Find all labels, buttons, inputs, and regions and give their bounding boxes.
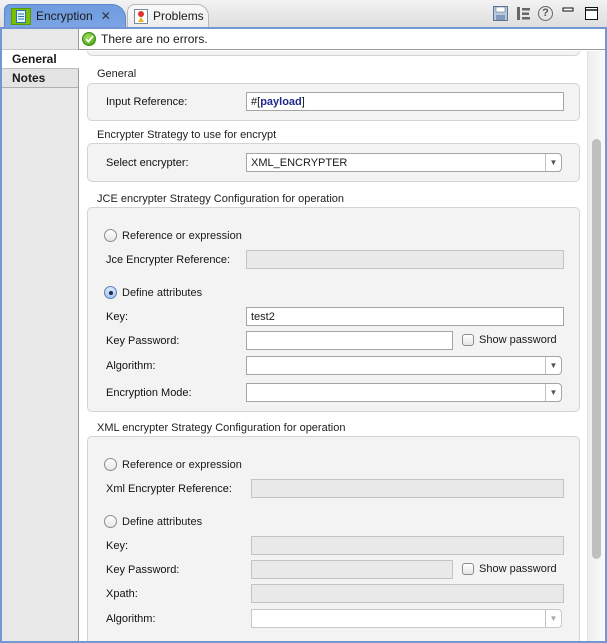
expression-suffix: ] — [301, 95, 305, 108]
maximize-icon[interactable] — [583, 5, 599, 21]
minimize-icon[interactable] — [560, 5, 576, 21]
xml-algorithm-dropdown[interactable]: ▼ — [251, 609, 562, 628]
chevron-down-icon[interactable]: ▼ — [545, 357, 561, 374]
side-tab-panel: General Notes — [2, 29, 79, 641]
checkbox-unchecked[interactable] — [462, 563, 474, 575]
radio-button-unchecked[interactable] — [104, 458, 117, 471]
chevron-down-icon[interactable]: ▼ — [545, 610, 561, 627]
xml-radio-define-label: Define attributes — [122, 515, 203, 528]
close-tab-icon[interactable]: ✕ — [101, 9, 111, 23]
xml-radio-reference[interactable]: Reference or expression — [104, 458, 242, 471]
editor-frame: General Notes There are no errors. Gener… — [0, 27, 607, 643]
section-title-general: General — [97, 68, 137, 80]
problems-icon — [134, 8, 148, 24]
xml-reference-label: Xml Encrypter Reference: — [106, 483, 232, 495]
editor-toolbar: ? — [492, 5, 599, 21]
xml-xpath-label: Xpath: — [106, 588, 138, 600]
status-message: There are no errors. — [101, 32, 208, 46]
jce-algorithm-label: Algorithm: — [106, 360, 156, 372]
xml-show-password[interactable]: Show password — [462, 563, 557, 575]
side-tab-general[interactable]: General — [2, 50, 79, 69]
section-title-jce: JCE encrypter Strategy Configuration for… — [97, 193, 345, 205]
scrolled-group-box — [87, 51, 580, 56]
section-title-xml: XML encrypter Strategy Configuration for… — [97, 422, 346, 434]
select-encrypter-label: Select encrypter: — [106, 157, 189, 169]
jce-radio-reference-label: Reference or expression — [122, 229, 242, 242]
xml-reference-field[interactable] — [251, 479, 564, 498]
radio-button-unchecked[interactable] — [104, 515, 117, 528]
radio-button-unchecked[interactable] — [104, 229, 117, 242]
radio-button-checked[interactable] — [104, 286, 117, 299]
section-title-strategy: Encrypter Strategy to use for encrypt — [97, 129, 277, 141]
tab-problems[interactable]: Problems — [127, 4, 209, 27]
xml-radio-define[interactable]: Define attributes — [104, 515, 202, 528]
jce-key-label: Key: — [106, 311, 129, 323]
xml-show-password-label: Show password — [479, 563, 557, 575]
jce-key-password-label: Key Password: — [106, 335, 180, 347]
outline-icon[interactable] — [515, 5, 531, 21]
success-check-icon — [82, 32, 96, 46]
tab-problems-label: Problems — [153, 9, 204, 23]
jce-encryption-mode-label: Encryption Mode: — [106, 387, 192, 399]
xml-key-label: Key: — [106, 540, 129, 552]
xml-key-password-field[interactable] — [251, 560, 453, 579]
vertical-scrollbar[interactable] — [587, 51, 605, 641]
form-content: General Input Reference: #[payload] Encr… — [80, 51, 587, 641]
jce-encryption-mode-dropdown[interactable]: ▼ — [246, 383, 562, 402]
jce-reference-label: Jce Encrypter Reference: — [106, 254, 231, 266]
select-encrypter-value: XML_ENCRYPTER — [251, 156, 348, 169]
tab-encryption-label: Encryption — [36, 9, 93, 23]
expression-body: payload — [260, 95, 302, 108]
expression-prefix: #[ — [251, 95, 261, 108]
input-reference-field[interactable]: #[payload] — [246, 92, 564, 111]
jce-show-password-label: Show password — [479, 334, 557, 346]
xml-key-password-label: Key Password: — [106, 564, 180, 576]
jce-algorithm-dropdown[interactable]: ▼ — [246, 356, 562, 375]
jce-key-value: test2 — [251, 310, 275, 323]
jce-key-password-field[interactable] — [246, 331, 453, 350]
jce-key-field[interactable]: test2 — [246, 307, 564, 326]
scrollbar-thumb[interactable] — [592, 139, 601, 559]
mule-config-icon — [11, 7, 31, 25]
jce-show-password[interactable]: Show password — [462, 334, 557, 346]
select-encrypter-dropdown[interactable]: XML_ENCRYPTER ▼ — [246, 153, 562, 172]
xml-algorithm-label: Algorithm: — [106, 613, 156, 625]
chevron-down-icon[interactable]: ▼ — [545, 384, 561, 401]
tab-encryption[interactable]: Encryption ✕ — [4, 4, 126, 27]
editor-tab-bar: Encryption ✕ Problems ? — [0, 0, 607, 27]
jce-reference-field[interactable] — [246, 250, 564, 269]
jce-radio-define[interactable]: Define attributes — [104, 286, 202, 299]
xml-radio-reference-label: Reference or expression — [122, 458, 242, 471]
help-icon[interactable]: ? — [538, 5, 553, 21]
side-tab-header — [2, 29, 78, 50]
jce-radio-define-label: Define attributes — [122, 286, 203, 299]
xml-xpath-field[interactable] — [251, 584, 564, 603]
chevron-down-icon[interactable]: ▼ — [545, 154, 561, 171]
checkbox-unchecked[interactable] — [462, 334, 474, 346]
jce-radio-reference[interactable]: Reference or expression — [104, 229, 242, 242]
input-reference-label: Input Reference: — [106, 96, 188, 108]
side-tab-notes[interactable]: Notes — [2, 69, 78, 88]
validation-status: There are no errors. — [79, 29, 605, 50]
xml-key-field[interactable] — [251, 536, 564, 555]
save-icon[interactable] — [492, 5, 508, 21]
